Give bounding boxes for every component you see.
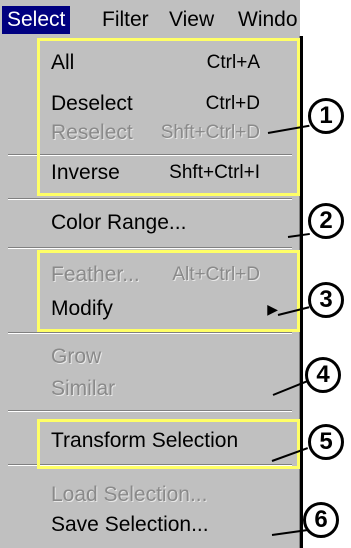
menu-item-similar[interactable]: Similar <box>0 372 300 406</box>
submenu-arrow-icon: ▶ <box>267 301 278 317</box>
callout-number-3: 3 <box>308 282 344 318</box>
select-dropdown-menu: All Ctrl+A Deselect Ctrl+D Reselect Shft… <box>0 36 303 548</box>
menu-item-label: Similar <box>51 377 116 400</box>
menu-view[interactable]: View <box>169 6 214 34</box>
callout-number-4: 4 <box>305 357 341 393</box>
menu-item-shortcut: Alt+Ctrl+D <box>172 264 260 285</box>
menu-item-label: Grow <box>51 345 102 368</box>
menu-item-grow[interactable]: Grow <box>0 340 300 374</box>
menu-separator <box>8 332 292 334</box>
menu-item-label: Load Selection... <box>51 483 208 506</box>
menu-separator <box>8 198 292 200</box>
menu-item-shortcut: Shft+Ctrl+D <box>160 122 260 143</box>
menu-window[interactable]: Windo <box>238 6 298 34</box>
menu-item-label: Color Range... <box>51 211 187 234</box>
menu-separator <box>8 410 292 412</box>
menu-item-transform-selection[interactable]: Transform Selection <box>0 424 300 458</box>
menu-item-label: Inverse <box>51 161 120 184</box>
menu-item-feather[interactable]: Feather... Alt+Ctrl+D <box>0 258 300 292</box>
menu-bar: Select Filter View Windo <box>0 0 300 38</box>
callout-number-1: 1 <box>308 98 344 134</box>
menu-select[interactable]: Select <box>2 6 71 34</box>
menu-item-load-selection[interactable]: Load Selection... <box>0 478 300 512</box>
menu-filter[interactable]: Filter <box>102 6 149 34</box>
menu-item-inverse[interactable]: Inverse Shft+Ctrl+I <box>0 156 300 190</box>
menu-item-label: Feather... <box>51 263 140 286</box>
menu-separator <box>8 247 292 249</box>
menu-item-reselect[interactable]: Reselect Shft+Ctrl+D <box>0 116 300 150</box>
callout-number-2: 2 <box>308 203 344 239</box>
menu-item-label: Modify <box>51 297 113 320</box>
menu-item-label: Transform Selection <box>51 429 239 452</box>
menu-item-save-selection[interactable]: Save Selection... <box>0 508 300 542</box>
callout-number-5: 5 <box>308 424 344 460</box>
menu-item-shortcut: Shft+Ctrl+I <box>169 162 260 183</box>
menu-item-modify[interactable]: Modify ▶ <box>0 292 300 326</box>
callout-number-6: 6 <box>303 502 339 538</box>
menu-item-color-range[interactable]: Color Range... <box>0 206 300 240</box>
menu-item-all[interactable]: All Ctrl+A <box>0 46 300 80</box>
menu-item-label: Reselect <box>51 121 133 144</box>
menu-item-label: Save Selection... <box>51 513 209 536</box>
menu-item-shortcut: Ctrl+A <box>206 52 260 73</box>
menu-item-label: All <box>51 51 75 74</box>
menu-separator <box>8 464 292 466</box>
